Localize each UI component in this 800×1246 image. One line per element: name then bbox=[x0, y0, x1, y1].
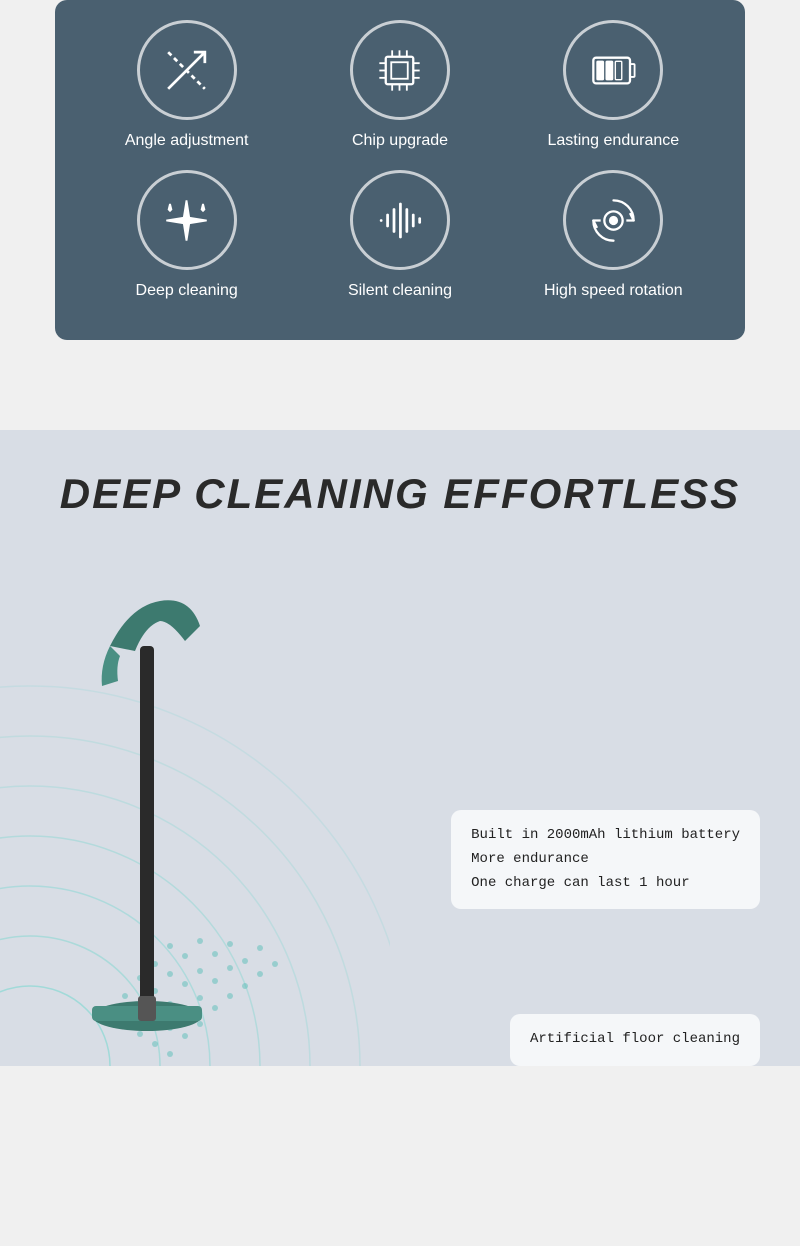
sparkle-icon bbox=[159, 193, 214, 248]
silent-cleaning-icon-circle bbox=[350, 170, 450, 270]
deep-cleaning-label: Deep cleaning bbox=[136, 282, 238, 300]
info-box-battery-text: Built in 2000mAh lithium battery More en… bbox=[471, 824, 740, 895]
chip-icon bbox=[372, 43, 427, 98]
feature-lasting-endurance: Lasting endurance bbox=[512, 20, 715, 150]
feature-silent-cleaning: Silent cleaning bbox=[298, 170, 501, 300]
features-section: Angle adjustment bbox=[55, 0, 745, 340]
lasting-endurance-label: Lasting endurance bbox=[547, 132, 679, 150]
bottom-section: DEEP CLEANING EFFORTLESS bbox=[0, 430, 800, 1066]
deep-cleaning-icon-circle bbox=[137, 170, 237, 270]
feature-high-speed-rotation: High speed rotation bbox=[512, 170, 715, 300]
lasting-endurance-icon-circle bbox=[563, 20, 663, 120]
high-speed-rotation-icon-circle bbox=[563, 170, 663, 270]
feature-deep-cleaning: Deep cleaning bbox=[85, 170, 288, 300]
chip-upgrade-icon-circle bbox=[350, 20, 450, 120]
info-box-battery: Built in 2000mAh lithium battery More en… bbox=[451, 810, 760, 909]
battery-icon bbox=[586, 43, 641, 98]
page-title: DEEP CLEANING EFFORTLESS bbox=[0, 470, 800, 518]
info-box-floor-text: Artificial floor cleaning bbox=[530, 1028, 740, 1052]
angle-icon bbox=[159, 43, 214, 98]
high-speed-rotation-label: High speed rotation bbox=[544, 282, 683, 300]
chip-upgrade-label: Chip upgrade bbox=[352, 132, 448, 150]
feature-angle-adjustment: Angle adjustment bbox=[85, 20, 288, 150]
gap-section bbox=[0, 340, 800, 430]
angle-adjustment-label: Angle adjustment bbox=[125, 132, 249, 150]
wave-icon bbox=[372, 193, 427, 248]
info-box-floor: Artificial floor cleaning bbox=[510, 1014, 760, 1066]
features-grid: Angle adjustment bbox=[85, 20, 715, 300]
angle-adjustment-icon-circle bbox=[137, 20, 237, 120]
feature-chip-upgrade: Chip upgrade bbox=[298, 20, 501, 150]
silent-cleaning-label: Silent cleaning bbox=[348, 282, 452, 300]
rotation-icon bbox=[586, 193, 641, 248]
mop-image bbox=[30, 566, 290, 1066]
